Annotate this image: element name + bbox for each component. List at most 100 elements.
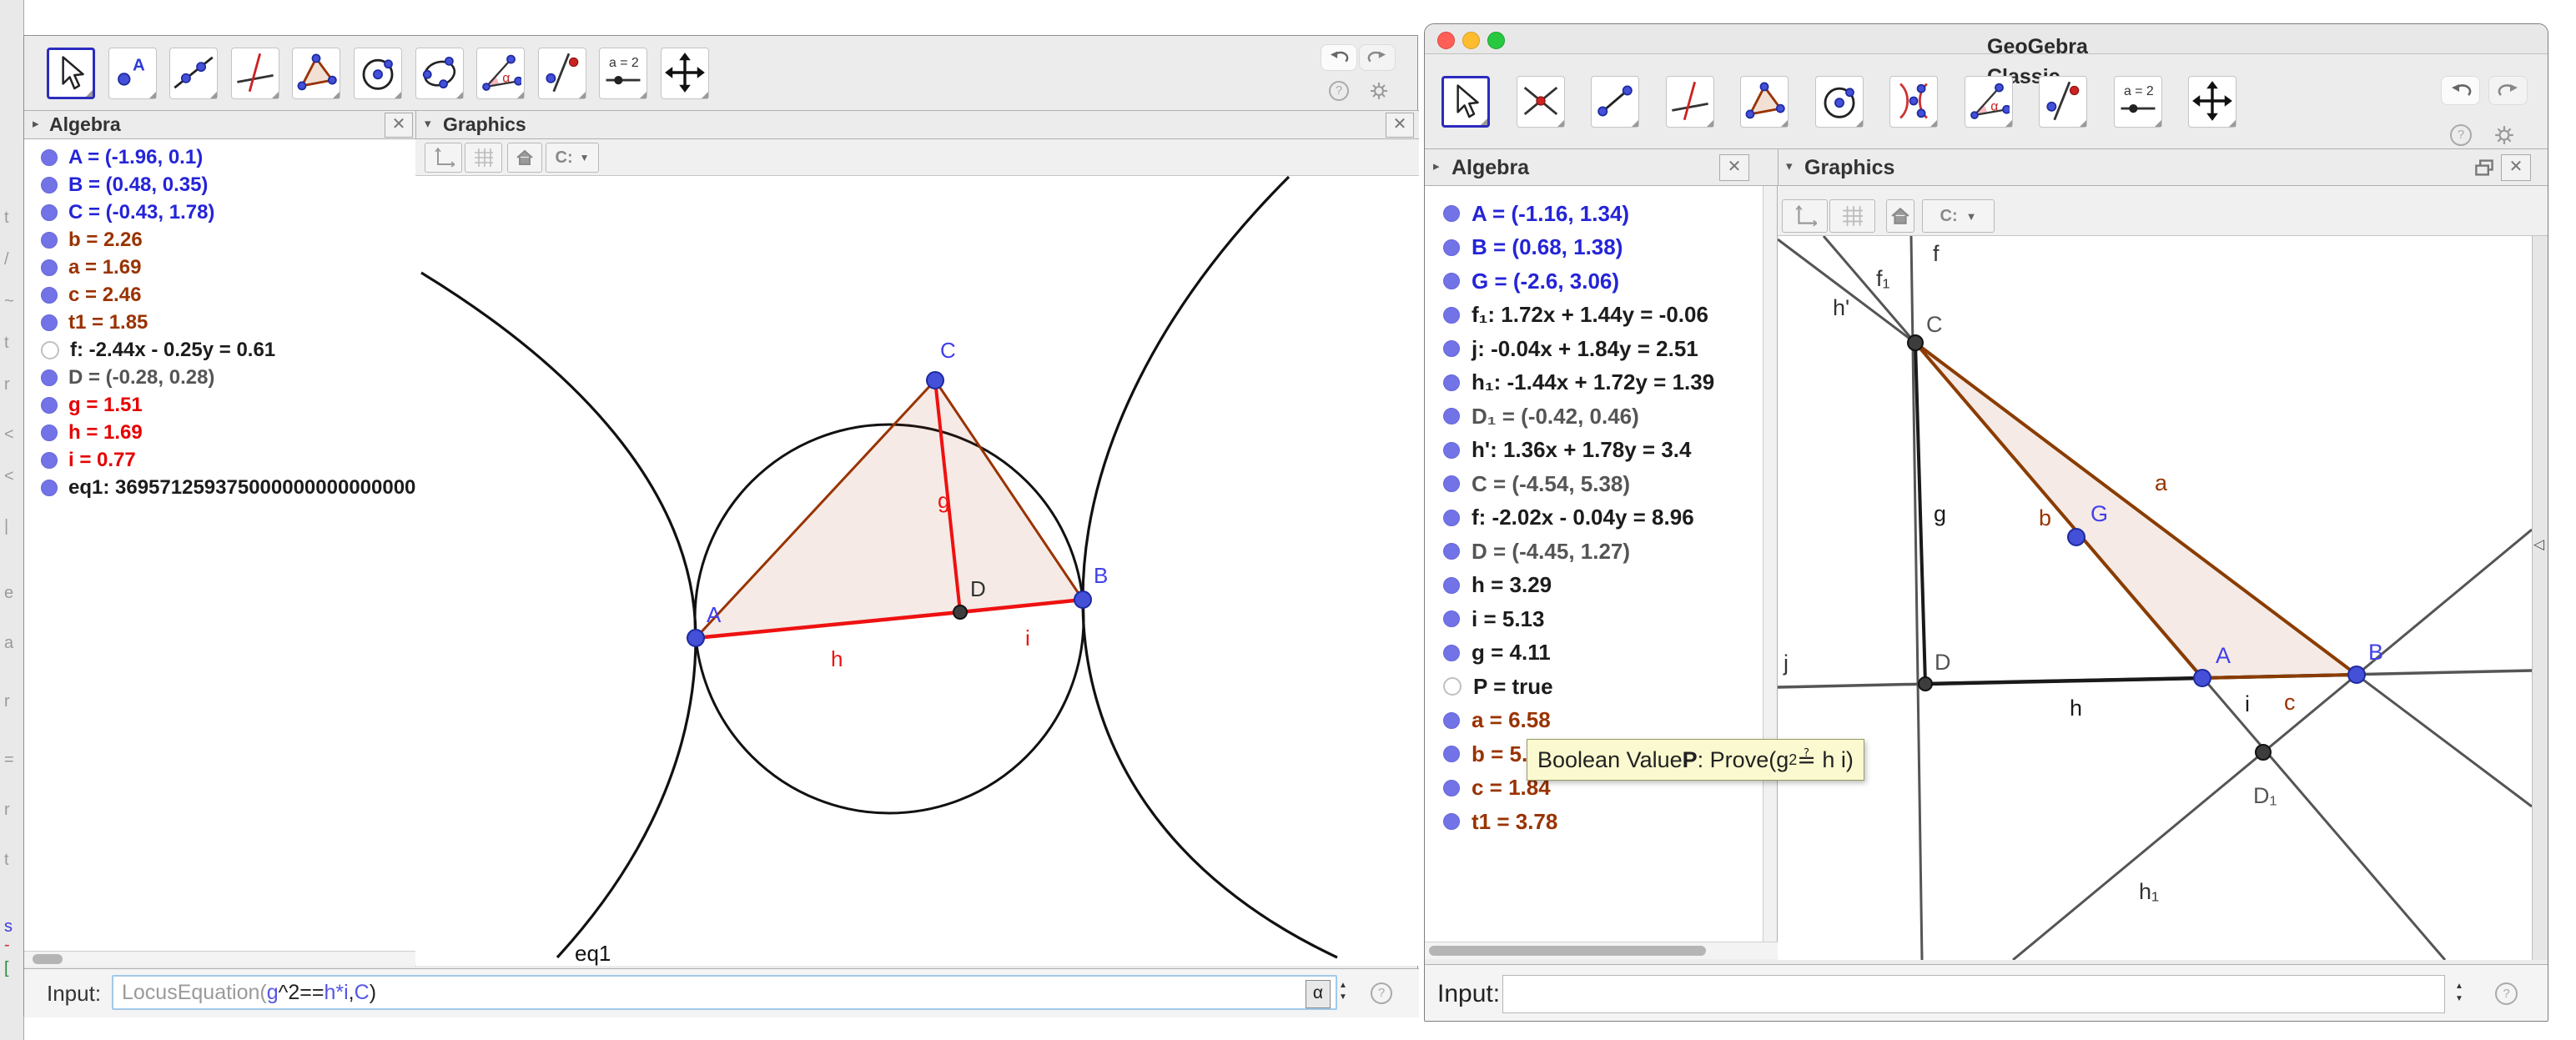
algebra-row-4[interactable]: j: -0.04x + 1.84y = 2.51 [1425, 332, 1763, 366]
alpha-button[interactable]: α [1306, 980, 1331, 1008]
graphics-collapse-arrow[interactable]: ▾ [425, 116, 431, 131]
point-G[interactable] [2067, 528, 2085, 546]
tool-slider-button[interactable]: a = 2 [2114, 76, 2162, 128]
point-capturing-dropdown[interactable]: C: ▼ [1922, 199, 1995, 233]
point-capturing-dropdown[interactable]: C: ▼ [546, 143, 599, 173]
right-graphics-canvas[interactable]: f f₁ h' Cg b Ga j Dh i c A B D₁ h₁ [1778, 236, 2532, 960]
tool-angle-button[interactable]: α [476, 48, 525, 99]
panel-collapse-strip[interactable]: ◁ [2532, 236, 2548, 960]
hyperbola-left-branch[interactable] [420, 271, 697, 959]
point-D[interactable] [1918, 676, 1933, 691]
visibility-bullet-filled[interactable] [41, 259, 58, 276]
algebra-row-15[interactable]: a = 6.58 [1425, 704, 1763, 738]
hyperbola-right-branch[interactable] [1081, 176, 1338, 959]
algebra-row-0[interactable]: A = (-1.96, 0.1) [24, 143, 415, 171]
algebra-row-7[interactable]: h': 1.36x + 1.78y = 3.4 [1425, 434, 1763, 468]
graphics-close-button[interactable]: ✕ [2501, 154, 2531, 181]
tool-point-button[interactable]: A [108, 48, 157, 99]
point-D1[interactable] [2255, 744, 2272, 761]
tool-circle-button[interactable] [354, 48, 402, 99]
algebra-row-2[interactable]: G = (-2.6, 3.06) [1425, 264, 1763, 299]
right-algebra-hscrollbar[interactable] [1425, 942, 1778, 959]
point-A[interactable] [2193, 669, 2211, 687]
tool-circle-button[interactable] [1815, 76, 1864, 128]
visibility-bullet-filled[interactable] [41, 451, 58, 469]
algebra-close-button[interactable]: ✕ [1719, 154, 1749, 181]
visibility-bullet-filled[interactable] [41, 231, 58, 249]
visibility-bullet-filled[interactable] [1443, 441, 1460, 459]
gear-icon[interactable] [1369, 81, 1389, 101]
algebra-row-8[interactable]: D = (-0.28, 0.28) [24, 364, 415, 391]
undo-button[interactable] [1321, 44, 1357, 71]
command-input-field[interactable] [1502, 975, 2445, 1013]
tool-segment-button[interactable] [1591, 76, 1639, 128]
algebra-close-button[interactable]: ✕ [385, 113, 413, 138]
graphics-close-button[interactable]: ✕ [1386, 113, 1414, 138]
point-A[interactable] [687, 629, 705, 647]
tool-hyperbola-button[interactable] [1889, 76, 1938, 128]
algebra-collapse-arrow[interactable]: ▸ [33, 116, 39, 131]
triangle-ABC[interactable] [1914, 341, 2362, 681]
algebra-row-9[interactable]: f: -2.02x - 0.04y = 8.96 [1425, 501, 1763, 535]
command-input-field[interactable]: LocusEquation(g ^2== h*i, C ) [112, 975, 1337, 1010]
grid-toggle-button[interactable] [465, 143, 502, 173]
visibility-bullet-filled[interactable] [1443, 475, 1460, 493]
algebra-row-18[interactable]: t1 = 3.78 [1425, 805, 1763, 839]
algebra-row-0[interactable]: A = (-1.16, 1.34) [1425, 197, 1763, 231]
algebra-row-4[interactable]: a = 1.69 [24, 254, 415, 281]
segment-h[interactable] [1924, 676, 2203, 686]
panel-divider[interactable] [415, 111, 416, 139]
visibility-bullet-filled[interactable] [41, 176, 58, 193]
visibility-bullet-filled[interactable] [1443, 746, 1460, 763]
visibility-bullet-filled[interactable] [1443, 509, 1460, 526]
tool-polygon-button[interactable] [1740, 76, 1789, 128]
algebra-row-10[interactable]: h = 1.69 [24, 419, 415, 446]
visibility-bullet-filled[interactable] [1443, 340, 1460, 358]
visibility-bullet-filled[interactable] [1443, 408, 1460, 425]
algebra-row-7[interactable]: f: -2.44x - 0.25y = 0.61 [24, 336, 415, 364]
left-algebra-hscrollbar[interactable] [24, 951, 416, 967]
grid-toggle-button[interactable] [1829, 199, 1875, 233]
visibility-bullet-filled[interactable] [1443, 239, 1460, 256]
algebra-row-1[interactable]: B = (0.68, 1.38) [1425, 231, 1763, 265]
tool-conic-button[interactable] [415, 48, 464, 99]
minimize-traffic-light[interactable] [1462, 32, 1480, 49]
visibility-bullet-filled[interactable] [41, 424, 58, 441]
graphics-collapse-arrow[interactable]: ▾ [1786, 158, 1793, 173]
close-traffic-light[interactable] [1437, 32, 1455, 49]
visibility-bullet-filled[interactable] [41, 203, 58, 221]
visibility-bullet-filled[interactable] [1443, 644, 1460, 661]
tool-move-button[interactable] [1441, 76, 1490, 128]
visibility-bullet-filled[interactable] [1443, 374, 1460, 391]
help-icon[interactable]: ? [1329, 81, 1349, 101]
visibility-bullet-filled[interactable] [1443, 779, 1460, 796]
axes-toggle-button[interactable] [425, 143, 462, 173]
visibility-bullet-hollow[interactable] [41, 340, 59, 359]
point-B[interactable] [2347, 666, 2366, 684]
redo-button[interactable] [1359, 44, 1396, 71]
visibility-bullet-filled[interactable] [1443, 306, 1460, 324]
tool-reflection-button[interactable] [2039, 76, 2087, 128]
algebra-row-5[interactable]: c = 2.46 [24, 281, 415, 309]
tool-move-view-button[interactable] [2188, 76, 2236, 128]
axes-toggle-button[interactable] [1782, 199, 1828, 233]
algebra-collapse-arrow[interactable]: ▸ [1433, 158, 1440, 173]
input-spinner[interactable]: ▲ ▼ [2452, 980, 2467, 1008]
panel-divider[interactable] [1778, 149, 1779, 186]
visibility-bullet-filled[interactable] [1443, 711, 1460, 729]
visibility-bullet-filled[interactable] [1443, 576, 1460, 594]
tool-slider-button[interactable]: a = 2 [599, 48, 647, 99]
point-D[interactable] [953, 605, 968, 620]
algebra-row-9[interactable]: g = 1.51 [24, 391, 415, 419]
visibility-bullet-filled[interactable] [1443, 610, 1460, 628]
input-spinner[interactable]: ▲ ▼ [1336, 980, 1351, 1007]
visibility-bullet-filled[interactable] [1443, 543, 1460, 560]
algebra-row-6[interactable]: t1 = 1.85 [24, 309, 415, 336]
tool-intersect-button[interactable] [1517, 76, 1565, 128]
home-button[interactable] [1886, 199, 1914, 233]
input-help-icon[interactable]: ? [2495, 982, 2518, 1005]
point-C[interactable] [1907, 334, 1924, 351]
input-help-icon[interactable]: ? [1371, 982, 1392, 1004]
graphics-restore-icon[interactable] [2474, 158, 2494, 181]
gear-icon[interactable] [2493, 124, 2515, 146]
